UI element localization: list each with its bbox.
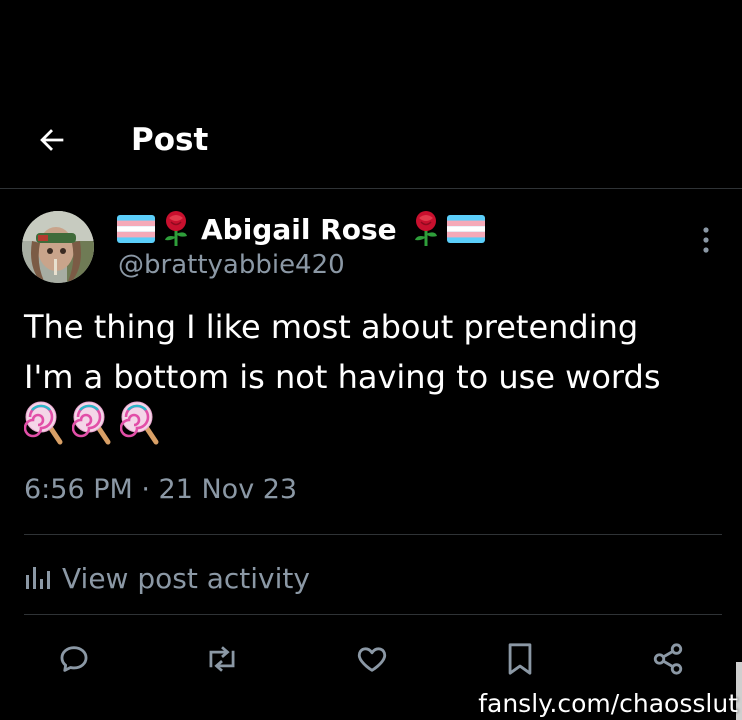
view-post-activity-label: View post activity — [62, 561, 310, 595]
reply-button[interactable] — [52, 634, 96, 684]
heart-icon — [357, 647, 387, 672]
bookmark-icon — [508, 643, 532, 675]
more-options-button[interactable] — [690, 220, 722, 260]
vertical-dots-icon — [703, 227, 709, 253]
post-text: The thing I like most about pretending I… — [24, 302, 724, 402]
view-post-activity-button[interactable]: View post activity — [24, 558, 310, 598]
share-button[interactable] — [646, 634, 690, 684]
divider — [24, 534, 722, 535]
like-button[interactable] — [350, 634, 394, 684]
author-display-name[interactable]: Abigail Rose — [201, 213, 397, 246]
action-bar — [0, 634, 742, 684]
watermark-text: fansly.com/chaosslut — [478, 689, 738, 718]
author-handle[interactable]: @brattyabbie420 — [118, 250, 345, 280]
post-emoji-row — [24, 400, 160, 448]
repost-icon — [209, 646, 235, 672]
bar-chart-icon — [26, 567, 50, 589]
rose-icon — [165, 211, 187, 246]
arrow-left-icon — [40, 129, 64, 151]
post-timestamp[interactable]: 6:56 PM · 21 Nov 23 — [24, 474, 297, 505]
lollipop-icon — [120, 401, 159, 445]
back-button[interactable] — [28, 118, 76, 162]
lollipop-icon — [72, 401, 111, 445]
transgender-flag-icon — [117, 215, 155, 243]
post-text-line: I'm a bottom is not having to use words — [24, 358, 661, 396]
rose-icon — [414, 211, 437, 246]
lollipop-icon — [24, 401, 63, 445]
divider — [24, 614, 722, 615]
repost-button[interactable] — [200, 634, 244, 684]
bookmark-button[interactable] — [498, 634, 542, 684]
top-bar: Post — [0, 0, 742, 189]
transgender-flag-icon — [446, 215, 485, 243]
page-title: Post — [131, 122, 209, 158]
author-name-row[interactable]: Abigail Rose — [117, 206, 485, 252]
avatar-image — [22, 211, 94, 283]
share-icon — [653, 643, 683, 675]
post-text-line: The thing I like most about pretending — [24, 308, 639, 346]
speech-bubble-icon — [60, 646, 88, 672]
avatar[interactable] — [22, 211, 94, 283]
